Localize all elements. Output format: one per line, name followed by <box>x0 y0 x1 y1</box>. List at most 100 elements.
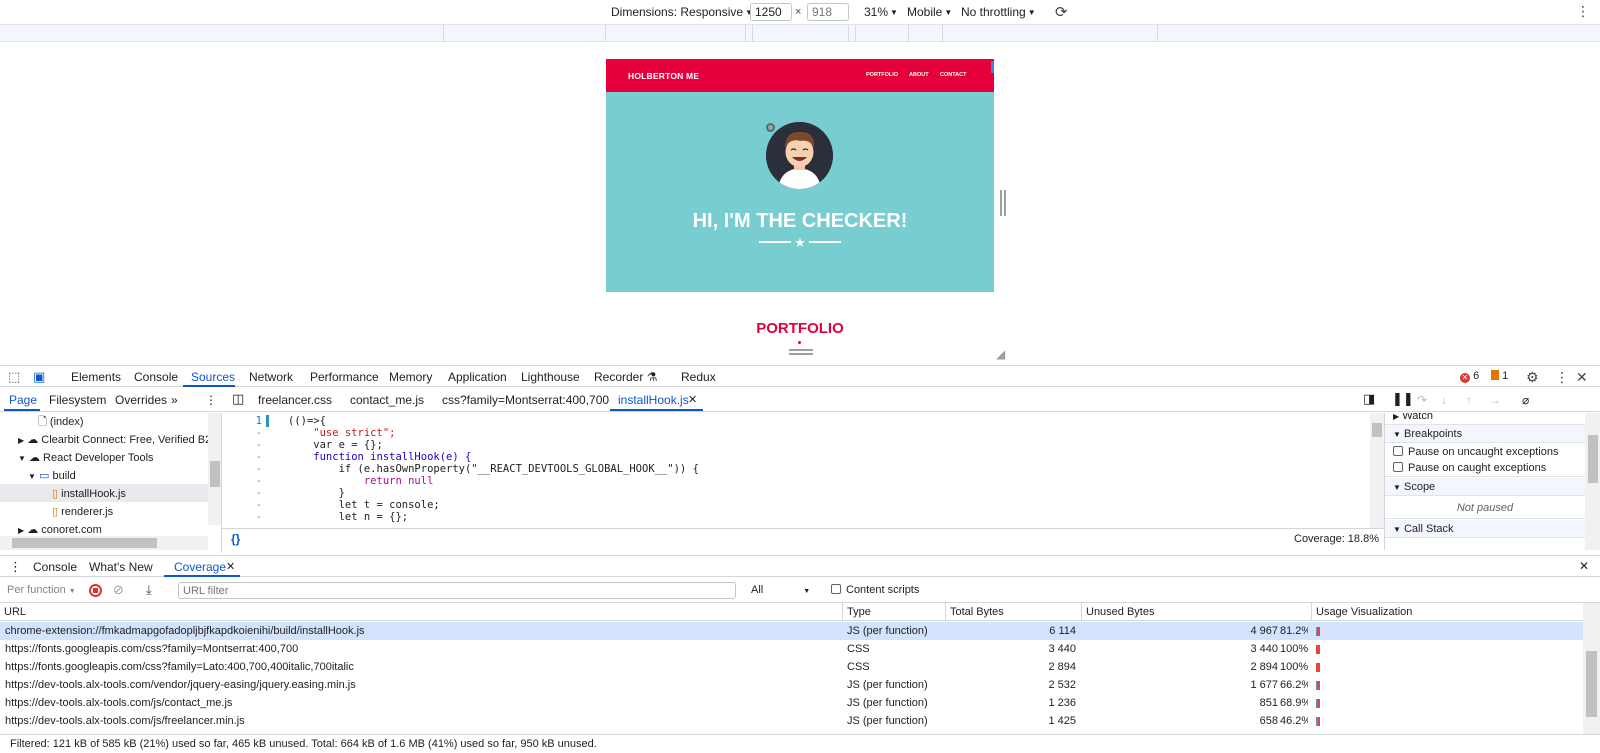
stop-recording-icon[interactable] <box>89 584 102 597</box>
scrollbar-thumb[interactable] <box>1372 423 1382 437</box>
toggle-navigator-icon[interactable]: ◫ <box>232 391 244 407</box>
deactivate-breakpoints-icon[interactable]: ⌀ <box>1522 393 1529 407</box>
line-number[interactable]: - <box>250 427 262 439</box>
table-row[interactable]: https://dev-tools.alx-tools.com/vendor/j… <box>0 676 1583 694</box>
ruler-segment[interactable] <box>745 25 746 42</box>
tree-item-installhook[interactable]: ▯ installHook.js <box>52 485 126 503</box>
pause-caught-option[interactable]: Pause on caught exceptions <box>1385 459 1585 477</box>
pause-icon[interactable]: ❚❚ <box>1392 391 1414 407</box>
table-row[interactable]: https://dev-tools.alx-tools.com/js/conta… <box>0 694 1583 712</box>
nav-portfolio-link[interactable]: PORTFOLIO <box>866 72 898 78</box>
close-tab-icon[interactable]: ✕ <box>688 393 697 406</box>
tree-item-react-devtools[interactable]: ▼ ☁ React Developer Tools <box>18 449 154 467</box>
editor-scrollbar[interactable] <box>1370 413 1384 528</box>
tree-item-clearbit[interactable]: ▶ ☁ Clearbit Connect: Free, Verified B2 <box>18 431 211 449</box>
step-icon[interactable]: → <box>1489 393 1501 407</box>
more-options-icon[interactable]: ⋮ <box>1555 369 1569 386</box>
resize-handle-bottom[interactable] <box>789 349 813 355</box>
tab-filesystem[interactable]: Filesystem <box>49 393 106 407</box>
nav-contact-link[interactable]: CONTACT <box>940 72 966 78</box>
close-drawer-icon[interactable]: ✕ <box>1579 559 1589 573</box>
step-over-icon[interactable]: ↷ <box>1417 393 1427 407</box>
drawer-tab-whats-new[interactable]: What's New <box>89 560 153 574</box>
height-input[interactable] <box>807 3 849 21</box>
line-number[interactable]: - <box>250 487 262 499</box>
ruler-segment[interactable] <box>605 25 606 42</box>
table-row[interactable]: https://fonts.googleapis.com/css?family=… <box>0 640 1583 658</box>
tab-lighthouse[interactable]: Lighthouse <box>521 370 580 384</box>
pause-uncaught-checkbox[interactable] <box>1393 446 1403 456</box>
tab-performance[interactable]: Performance <box>310 370 379 384</box>
type-filter-select[interactable]: All ▼ <box>751 584 810 596</box>
table-row[interactable]: https://fonts.googleapis.com/css?family=… <box>0 658 1583 676</box>
tab-memory[interactable]: Memory <box>389 370 432 384</box>
media-query-ruler[interactable] <box>0 24 1600 42</box>
step-into-icon[interactable]: ↓ <box>1441 393 1447 407</box>
error-count-badge[interactable]: ✕ 6 <box>1460 370 1479 383</box>
tree-horizontal-scrollbar[interactable] <box>0 536 208 550</box>
resize-corner-icon[interactable]: ◢ <box>996 347 1005 361</box>
device-type-dropdown[interactable]: Mobile ▼ <box>907 5 952 19</box>
inspect-element-icon[interactable]: ⬚ <box>8 369 20 385</box>
tab-network[interactable]: Network <box>249 370 293 384</box>
ruler-segment[interactable] <box>752 25 753 42</box>
url-filter-input[interactable] <box>178 582 736 599</box>
ruler-segment[interactable] <box>443 25 444 42</box>
pretty-print-icon[interactable]: {} <box>231 532 240 546</box>
resize-handle-right[interactable] <box>1000 190 1006 216</box>
pause-caught-checkbox[interactable] <box>1393 462 1403 472</box>
coverage-mode-select[interactable]: Per function ▼ <box>7 584 76 596</box>
drawer-tab-coverage[interactable]: Coverage <box>174 560 226 574</box>
scrollbar-thumb[interactable] <box>1588 435 1598 483</box>
column-header-type[interactable]: Type <box>843 603 946 621</box>
column-header-usage-visualization[interactable]: Usage Visualization <box>1312 603 1583 621</box>
line-number[interactable]: - <box>250 475 262 487</box>
scrollbar-thumb[interactable] <box>12 538 157 548</box>
export-download-icon[interactable]: ⤓ <box>146 582 152 598</box>
scrollbar-thumb[interactable] <box>210 461 220 487</box>
editor-tab-montserrat-css[interactable]: css?family=Montserrat:400,700 <box>442 393 609 407</box>
editor-tab-contact-me-js[interactable]: contact_me.js <box>350 393 424 407</box>
tree-item-build[interactable]: ▼ ▭ build <box>28 467 76 485</box>
nav-about-link[interactable]: ABOUT <box>909 72 929 78</box>
line-number[interactable]: - <box>250 511 262 523</box>
dimensions-dropdown[interactable]: Dimensions: Responsive▼ <box>611 5 753 19</box>
tree-vertical-scrollbar[interactable] <box>208 413 221 525</box>
column-header-total-bytes[interactable]: Total Bytes <box>946 603 1082 621</box>
ruler-segment[interactable] <box>908 25 909 42</box>
ruler-segment[interactable] <box>848 25 849 42</box>
scope-section[interactable]: ▼ Scope <box>1385 478 1585 496</box>
column-header-url[interactable]: URL <box>0 603 843 621</box>
close-devtools-icon[interactable]: ✕ <box>1576 369 1588 386</box>
sidebar-scrollbar[interactable] <box>1585 413 1600 550</box>
settings-gear-icon[interactable]: ⚙ <box>1526 369 1539 386</box>
line-number[interactable]: 1 <box>250 415 262 427</box>
clear-icon[interactable]: ⊘ <box>113 582 124 598</box>
device-toolbar-toggle-icon[interactable]: ▣ <box>33 369 45 385</box>
ruler-segment[interactable] <box>1157 25 1158 42</box>
more-tabs-icon[interactable]: » <box>171 393 178 407</box>
line-number[interactable]: - <box>250 451 262 463</box>
tab-recorder[interactable]: Recorder ⚗ <box>594 370 657 384</box>
zoom-dropdown[interactable]: 31% ▼ <box>864 5 898 19</box>
tree-item-renderer[interactable]: ▯ renderer.js <box>52 503 113 521</box>
breakpoints-section[interactable]: ▼ Breakpoints <box>1385 425 1585 443</box>
more-options-icon[interactable]: ⋮ <box>1576 3 1590 20</box>
close-tab-icon[interactable]: ✕ <box>226 560 235 573</box>
table-row[interactable]: chrome-extension://fmkadmapgofadopljbjfk… <box>0 622 1583 640</box>
width-input[interactable] <box>750 3 792 21</box>
tab-page[interactable]: Page <box>9 393 37 407</box>
ruler-segment[interactable] <box>942 25 943 42</box>
tab-overrides[interactable]: Overrides <box>115 393 167 407</box>
column-header-unused-bytes[interactable]: Unused Bytes <box>1082 603 1312 621</box>
tree-item-index[interactable]: 🗋 (index) <box>38 413 84 431</box>
step-out-icon[interactable]: ↑ <box>1466 393 1472 407</box>
more-options-icon[interactable]: ⋮ <box>205 393 217 407</box>
editor-tab-freelancer-css[interactable]: freelancer.css <box>258 393 332 407</box>
scrollbar-thumb[interactable] <box>1586 651 1597 717</box>
code-editor[interactable]: 1 (()=>{ - "use strict"; - var e = {}; -… <box>222 413 1384 528</box>
throttling-dropdown[interactable]: No throttling ▼ <box>961 5 1036 19</box>
line-number[interactable]: - <box>250 499 262 511</box>
editor-tab-installhook-js[interactable]: installHook.js <box>618 393 689 407</box>
call-stack-section[interactable]: ▼ Call Stack <box>1385 520 1585 538</box>
